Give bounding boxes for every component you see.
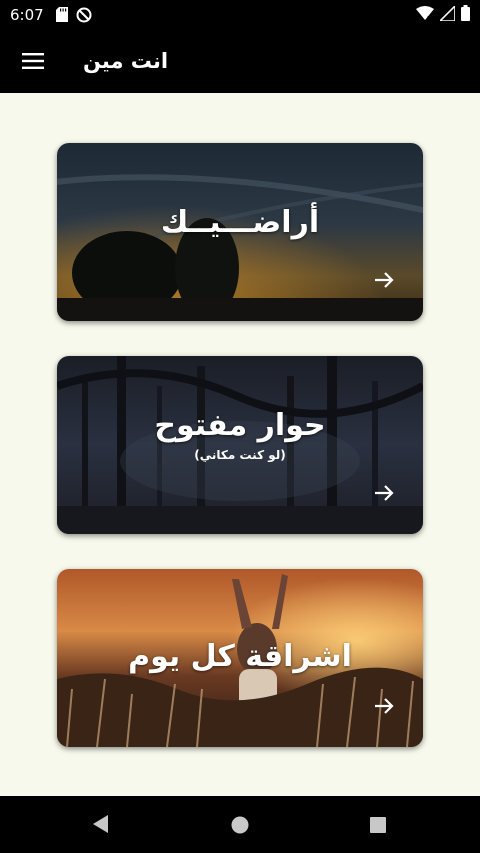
status-bar: 6:07 x xyxy=(0,0,480,29)
main-content: أراضـــيــك حوار مفتوح (لو كنت مكاني) اش… xyxy=(0,93,480,796)
status-time: 6:07 xyxy=(10,5,44,24)
battery-icon xyxy=(461,5,470,21)
card-hiwar-maftouh[interactable]: حوار مفتوح (لو كنت مكاني) xyxy=(57,356,423,534)
hamburger-menu-icon xyxy=(22,53,44,69)
menu-button[interactable] xyxy=(9,37,57,85)
card-title: اشراقة كل يوم xyxy=(128,639,352,674)
card-title: أراضـــيــك xyxy=(160,205,320,240)
app-bar: انت مين xyxy=(0,29,480,93)
card-ishraqat-kol-yom[interactable]: اشراقة كل يوم xyxy=(57,569,423,747)
home-circle-icon[interactable] xyxy=(230,815,250,835)
card-subtitle: (لو كنت مكاني) xyxy=(194,448,286,462)
do-not-disturb-icon xyxy=(76,7,92,22)
app-title: انت مين xyxy=(83,49,169,73)
arrow-right-icon xyxy=(375,272,394,288)
system-nav-bar xyxy=(0,796,480,853)
arrow-right-icon xyxy=(375,698,394,714)
card-title: حوار مفتوح xyxy=(154,408,326,443)
arrow-right-icon xyxy=(375,485,394,501)
card-background-image xyxy=(57,356,423,534)
back-triangle-icon[interactable] xyxy=(91,814,109,834)
sd-card-icon xyxy=(55,7,68,22)
svg-text:x: x xyxy=(427,14,431,21)
wifi-icon: x xyxy=(416,6,434,21)
recents-square-icon[interactable] xyxy=(369,816,387,834)
card-araadik[interactable]: أراضـــيــك xyxy=(57,143,423,321)
signal-icon xyxy=(440,5,455,21)
